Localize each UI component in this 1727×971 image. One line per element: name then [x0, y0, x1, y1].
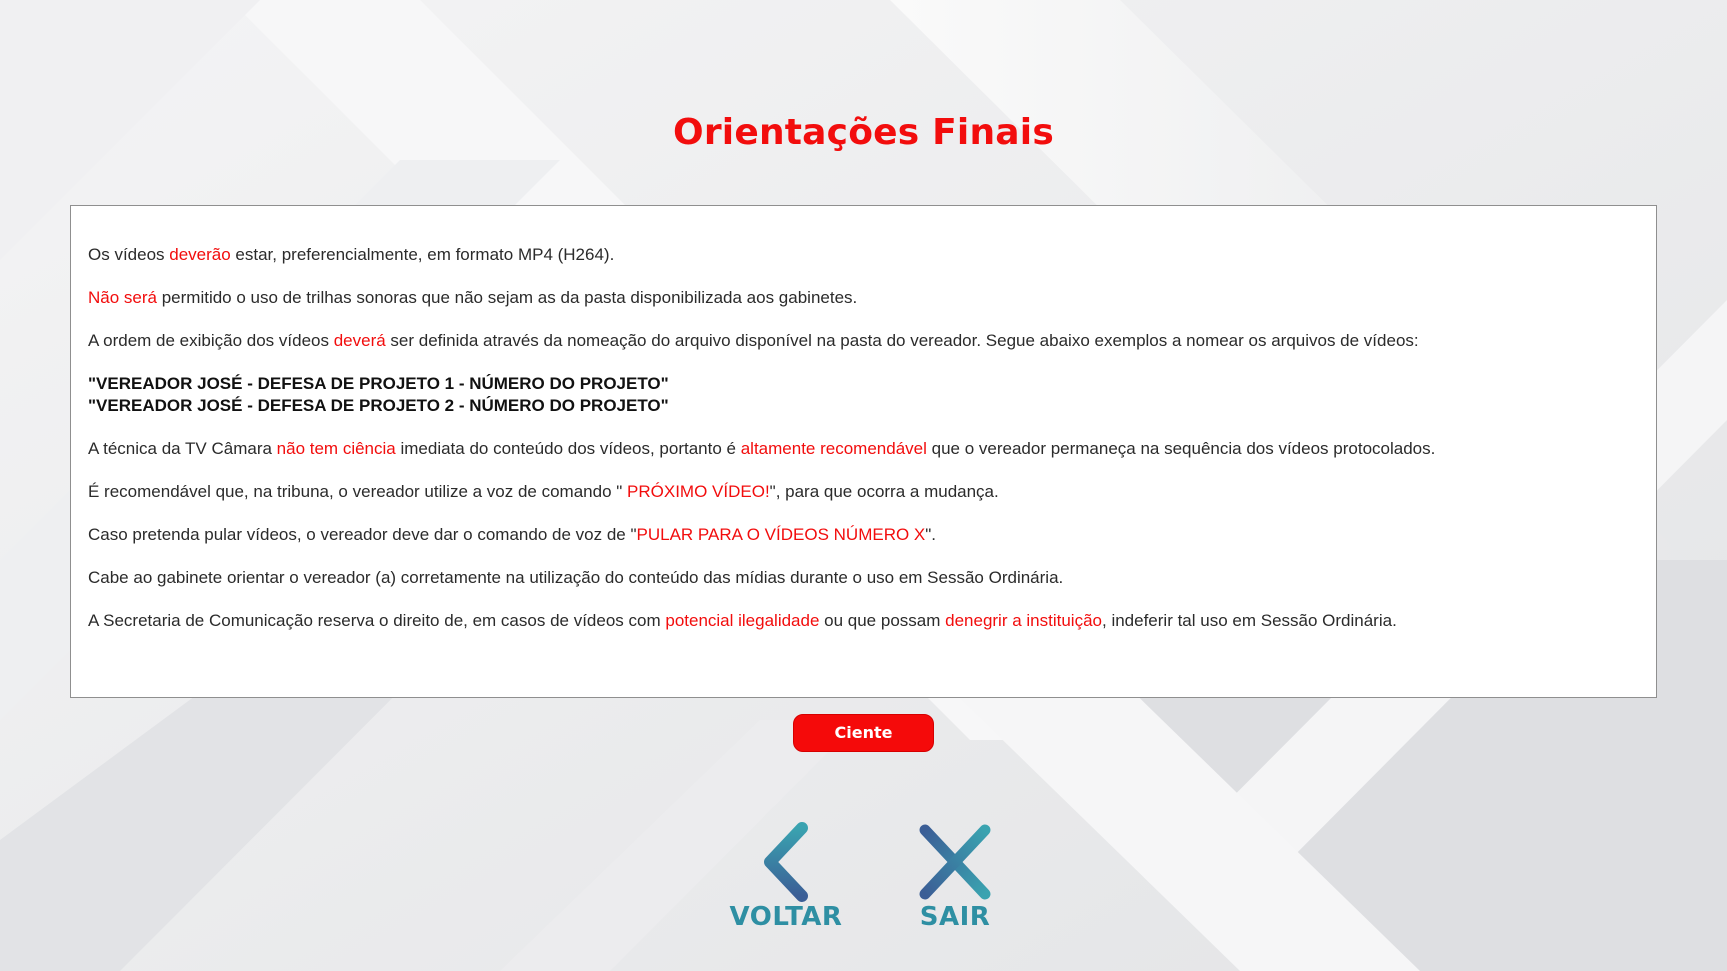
paragraph-video-format: Os vídeos deverão estar, preferencialmen…: [88, 245, 615, 264]
paragraph-next-video: É recomendável que, na tribuna, o veread…: [88, 482, 999, 501]
chevron-left-icon: [764, 822, 808, 902]
paragraph-technician: A técnica da TV Câmara não tem ciência i…: [88, 439, 1436, 458]
paragraph-secretariat: A Secretaria de Comunicação reserva o di…: [88, 611, 1397, 630]
filename-example: "VEREADOR JOSÉ - DEFESA DE PROJETO 2 - N…: [88, 396, 669, 415]
sair-label: SAIR: [919, 902, 991, 932]
paragraph-skip-videos: Caso pretenda pular vídeos, o vereador d…: [88, 525, 937, 544]
paragraph-cabinet: Cabe ao gabinete orientar o vereador (a)…: [88, 568, 1064, 587]
paragraph-soundtracks: Não será permitido o uso de trilhas sono…: [88, 288, 858, 307]
sair-button[interactable]: SAIR: [905, 822, 1005, 932]
filename-examples: "VEREADOR JOSÉ - DEFESA DE PROJETO 1 - N…: [88, 373, 1639, 417]
voltar-button[interactable]: VOLTAR: [728, 822, 844, 932]
filename-example: "VEREADOR JOSÉ - DEFESA DE PROJETO 1 - N…: [88, 374, 669, 393]
voltar-label: VOLTAR: [729, 902, 843, 932]
ciente-button[interactable]: Ciente: [793, 714, 934, 752]
paragraph-order: A ordem de exibição dos vídeos deverá se…: [88, 331, 1419, 350]
page-title: Orientações Finais: [673, 112, 1054, 153]
instructions-panel: Os vídeos deverão estar, preferencialmen…: [70, 205, 1657, 698]
close-icon: [919, 824, 991, 900]
